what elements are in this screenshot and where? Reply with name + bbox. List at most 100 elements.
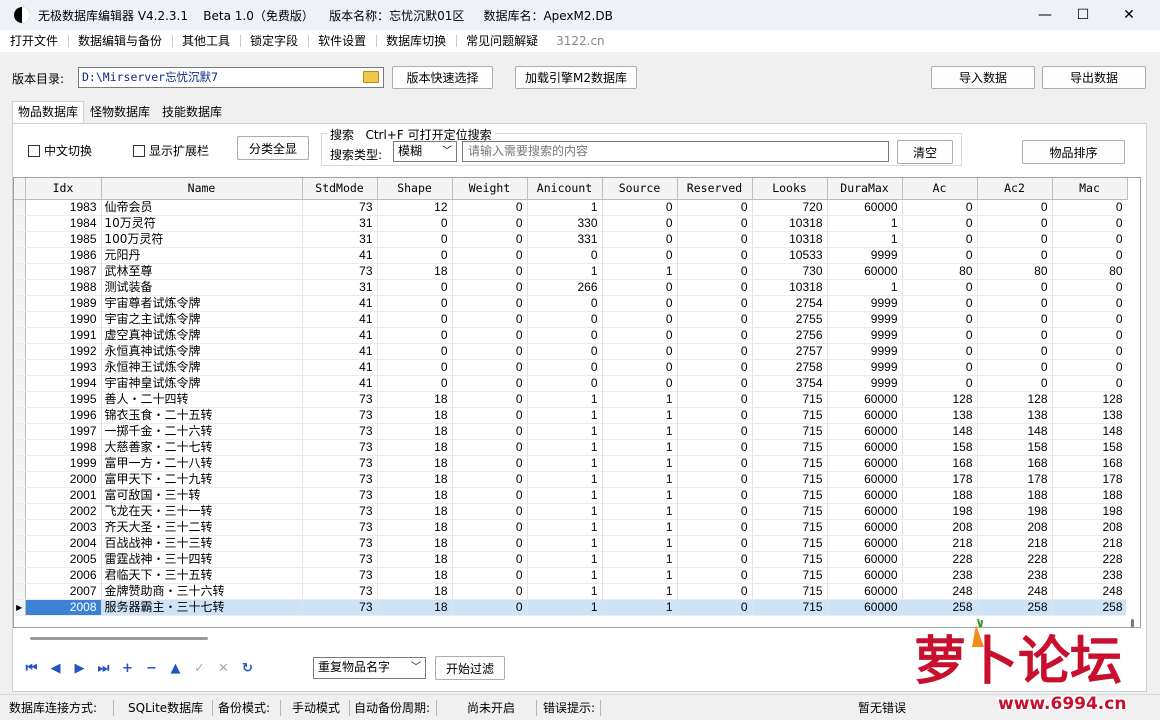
cell-ac2[interactable]: 228 — [977, 551, 1053, 568]
cell-ac2[interactable]: 188 — [977, 487, 1053, 504]
menu-settings[interactable]: 软件设置 — [308, 30, 376, 52]
cell-name[interactable]: 服务器霸主・三十七转 — [101, 599, 303, 616]
cell-anicount[interactable]: 0 — [527, 311, 603, 328]
cell-mac[interactable]: 218 — [1052, 535, 1128, 552]
cell-source[interactable]: 0 — [602, 199, 678, 216]
cell-source[interactable]: 1 — [602, 407, 678, 424]
cell-looks[interactable]: 715 — [752, 455, 828, 472]
cell-name[interactable]: 宇宙尊者试炼令牌 — [101, 295, 303, 312]
menu-db-switch[interactable]: 数据库切换 — [376, 30, 456, 52]
cell-reserved[interactable]: 0 — [677, 311, 753, 328]
cell-ac[interactable]: 138 — [902, 407, 978, 424]
cell-mac[interactable]: 80 — [1052, 263, 1128, 280]
cell-ac2[interactable]: 0 — [977, 375, 1053, 392]
cell-reserved[interactable]: 0 — [677, 407, 753, 424]
cell-weight[interactable]: 0 — [452, 375, 528, 392]
cell-reserved[interactable]: 0 — [677, 439, 753, 456]
cell-reserved[interactable]: 0 — [677, 295, 753, 312]
cell-reserved[interactable]: 0 — [677, 535, 753, 552]
cell-duramax[interactable]: 60000 — [827, 583, 903, 600]
column-header-stdmode[interactable]: StdMode — [302, 178, 378, 200]
cell-anicount[interactable]: 0 — [527, 375, 603, 392]
column-header-ac[interactable]: Ac — [902, 178, 978, 200]
cell-idx[interactable]: 1983 — [25, 199, 102, 216]
cell-looks[interactable]: 715 — [752, 519, 828, 536]
cell-idx[interactable]: 2004 — [25, 535, 102, 552]
cell-reserved[interactable]: 0 — [677, 423, 753, 440]
cell-idx[interactable]: 2005 — [25, 551, 102, 568]
cell-anicount[interactable]: 1 — [527, 535, 603, 552]
cell-weight[interactable]: 0 — [452, 471, 528, 488]
cell-looks[interactable]: 715 — [752, 423, 828, 440]
table-row[interactable]: 2004 百战战神・三十三转 73 18 0 1 1 0 715 60000 218 218 218 — [14, 535, 1128, 552]
cell-name[interactable]: 一掷千金・二十六转 — [101, 423, 303, 440]
cell-stdmode[interactable]: 41 — [302, 327, 378, 344]
cell-ac2[interactable]: 80 — [977, 263, 1053, 280]
cell-stdmode[interactable]: 73 — [302, 519, 378, 536]
cell-shape[interactable]: 18 — [377, 503, 453, 520]
cell-idx[interactable]: 1984 — [25, 215, 102, 232]
clear-search-button[interactable]: 清空 — [897, 140, 953, 164]
quick-select-button[interactable]: 版本快速选择 — [392, 66, 493, 89]
cell-duramax[interactable]: 9999 — [827, 311, 903, 328]
cell-source[interactable]: 1 — [602, 503, 678, 520]
cell-source[interactable]: 1 — [602, 519, 678, 536]
cell-weight[interactable]: 0 — [452, 423, 528, 440]
cell-looks[interactable]: 715 — [752, 551, 828, 568]
cell-stdmode[interactable]: 73 — [302, 535, 378, 552]
cell-ac[interactable]: 0 — [902, 247, 978, 264]
cell-name[interactable]: 锦衣玉食・二十五转 — [101, 407, 303, 424]
cell-stdmode[interactable]: 73 — [302, 407, 378, 424]
cell-idx[interactable]: 2003 — [25, 519, 102, 536]
cell-ac2[interactable]: 208 — [977, 519, 1053, 536]
cell-weight[interactable]: 0 — [452, 391, 528, 408]
cell-idx[interactable]: 2007 — [25, 583, 102, 600]
cell-anicount[interactable]: 1 — [527, 391, 603, 408]
cell-mac[interactable]: 158 — [1052, 439, 1128, 456]
cell-duramax[interactable]: 60000 — [827, 423, 903, 440]
cell-duramax[interactable]: 60000 — [827, 407, 903, 424]
cell-mac[interactable]: 128 — [1052, 391, 1128, 408]
cell-name[interactable]: 虚空真神试炼令牌 — [101, 327, 303, 344]
cell-stdmode[interactable]: 73 — [302, 439, 378, 456]
cell-stdmode[interactable]: 73 — [302, 551, 378, 568]
cell-name[interactable]: 武林至尊 — [101, 263, 303, 280]
cell-reserved[interactable]: 0 — [677, 455, 753, 472]
cell-weight[interactable]: 0 — [452, 583, 528, 600]
version-dir-input[interactable]: D:\Mirserver忘忧沉默7 — [78, 67, 384, 88]
cell-weight[interactable]: 0 — [452, 535, 528, 552]
cell-idx[interactable]: 1998 — [25, 439, 102, 456]
cell-shape[interactable]: 0 — [377, 279, 453, 296]
cell-anicount[interactable]: 331 — [527, 231, 603, 248]
cell-duramax[interactable]: 9999 — [827, 359, 903, 376]
cell-idx[interactable]: 2001 — [25, 487, 102, 504]
cell-anicount[interactable]: 0 — [527, 343, 603, 360]
cell-anicount[interactable]: 1 — [527, 503, 603, 520]
cell-source[interactable]: 1 — [602, 471, 678, 488]
column-header-weight[interactable]: Weight — [452, 178, 528, 200]
cell-name[interactable]: 元阳丹 — [101, 247, 303, 264]
first-record-icon[interactable]: ⏮ — [23, 660, 40, 677]
cell-anicount[interactable]: 1 — [527, 519, 603, 536]
cell-looks[interactable]: 2755 — [752, 311, 828, 328]
tab-monsters-db[interactable]: 怪物数据库 — [84, 101, 156, 122]
cell-stdmode[interactable]: 41 — [302, 343, 378, 360]
cell-anicount[interactable]: 1 — [527, 439, 603, 456]
cell-ac2[interactable]: 0 — [977, 231, 1053, 248]
cell-anicount[interactable]: 1 — [527, 455, 603, 472]
cell-looks[interactable]: 715 — [752, 391, 828, 408]
cell-shape[interactable]: 0 — [377, 231, 453, 248]
cell-looks[interactable]: 715 — [752, 503, 828, 520]
cell-source[interactable]: 1 — [602, 599, 678, 616]
table-row[interactable]: 1996 锦衣玉食・二十五转 73 18 0 1 1 0 715 60000 138 138 138 — [14, 407, 1128, 424]
cell-reserved[interactable]: 0 — [677, 391, 753, 408]
cell-shape[interactable]: 18 — [377, 263, 453, 280]
cell-idx[interactable]: 1990 — [25, 311, 102, 328]
cell-shape[interactable]: 0 — [377, 359, 453, 376]
cell-stdmode[interactable]: 73 — [302, 487, 378, 504]
menu-data-edit-backup[interactable]: 数据编辑与备份 — [68, 30, 172, 52]
cell-shape[interactable]: 18 — [377, 439, 453, 456]
export-data-button[interactable]: 导出数据 — [1042, 66, 1146, 89]
cancel-edit-icon[interactable]: ✕ — [215, 660, 232, 677]
cell-anicount[interactable]: 1 — [527, 407, 603, 424]
